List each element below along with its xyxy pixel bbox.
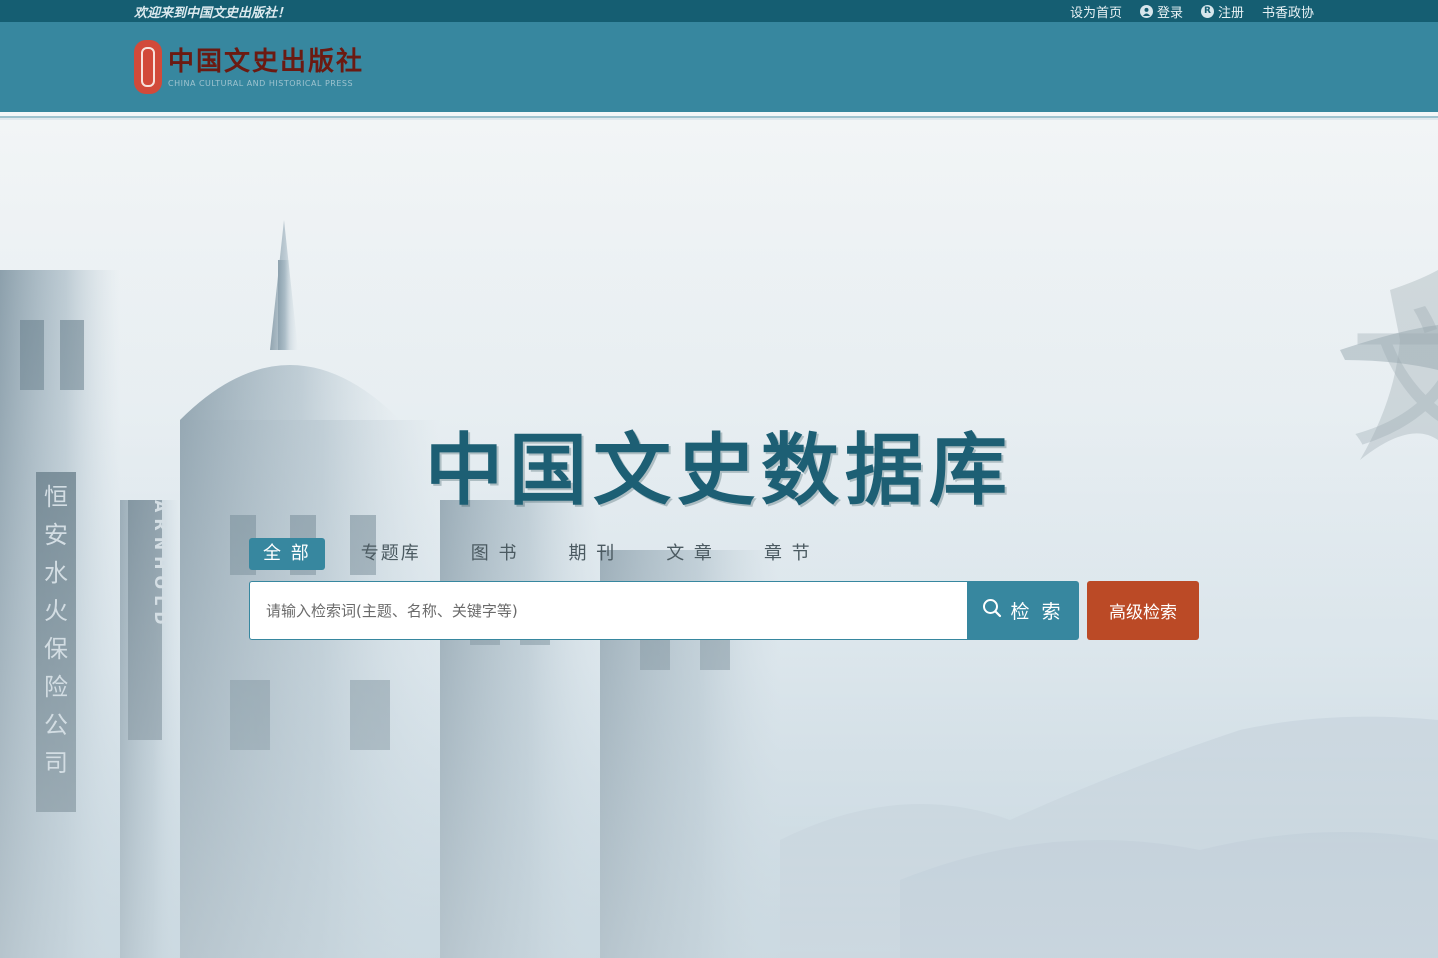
signboard-chinese: 恒安水火保险公司 [44,483,68,777]
login-label: 登录 [1156,6,1183,21]
register-link[interactable]: R 注册 [1200,2,1244,21]
tab-special-collections[interactable]: 专题库 [347,538,435,570]
shuxiang-zhengxie-label: 书香政协 [1261,6,1314,21]
welcome-text: 欢迎来到中国文史出版社！ [134,6,291,21]
tab-books[interactable]: 图 书 [457,538,533,570]
tab-all[interactable]: 全 部 [249,538,325,570]
database-title: 中国文史数据库 [424,425,1013,516]
registered-icon: R [1200,5,1214,18]
tab-articles[interactable]: 文 章 [652,538,728,570]
tab-chapters[interactable]: 章 节 [750,538,826,570]
search-scope-tabs: 全 部 专题库 图 书 期 刊 文 章 章 节 [249,538,848,570]
login-link[interactable]: 登录 [1139,2,1183,21]
logo-chinese-name: 中国文史出版社 [168,46,365,77]
search-input[interactable] [250,582,967,639]
user-icon [1139,5,1153,18]
set-homepage-link[interactable]: 设为首页 [1070,2,1122,21]
seal-icon [134,40,162,94]
shuxiang-zhengxie-link[interactable]: 书香政协 [1262,2,1314,21]
search-box [249,581,967,640]
publisher-logo[interactable]: 中国文史出版社 CHINA CULTURAL AND HISTORICAL PR… [134,40,364,94]
logo-english-name: CHINA CULTURAL AND HISTORICAL PRESS [168,78,354,88]
tab-journals[interactable]: 期 刊 [554,538,630,570]
top-links: 设为首页 登录 R 注册 书香政协 [1070,2,1314,21]
search-icon [982,598,1002,623]
header-divider [0,112,1438,118]
search-button[interactable]: 检 索 [967,581,1079,640]
site-header: 中国文史出版社 CHINA CULTURAL AND HISTORICAL PR… [0,22,1438,112]
hero-section: 恒安水火保险公司 ARNHOLD 文 中国文史数据库 全 部 专题库 图 书 期… [0,120,1438,958]
search-button-label: 检 索 [1010,601,1064,623]
advanced-search-button[interactable]: 高级检索 [1087,581,1199,640]
set-homepage-label: 设为首页 [1069,6,1122,21]
top-bar: 欢迎来到中国文史出版社！ 设为首页 登录 R 注册 书香政协 [0,0,1438,22]
register-label: 注册 [1217,6,1244,21]
